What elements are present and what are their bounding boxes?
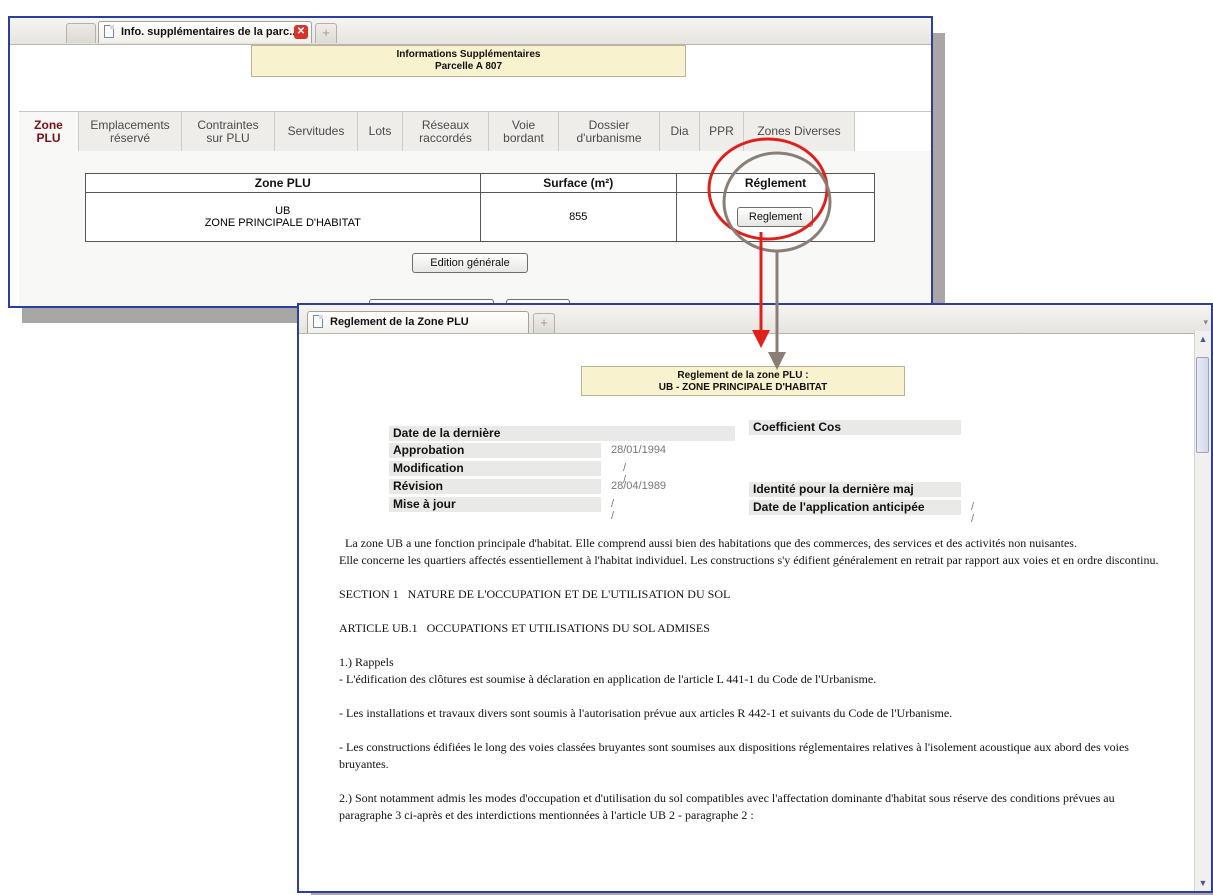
tab-emplacements-r-serv[interactable]: Emplacements réservé	[79, 112, 182, 152]
page-icon	[104, 25, 114, 38]
date-application-label: Date de l'application anticipée	[749, 500, 961, 515]
tab-ppr[interactable]: PPR	[700, 112, 744, 152]
approbation-value: 28/01/1994	[611, 444, 667, 456]
new-tab-button[interactable]: +	[315, 23, 337, 43]
info-window: Info. supplémentaires de la parc... ✕ + …	[8, 16, 933, 308]
tab-list-icon[interactable]: ▾	[1203, 317, 1208, 328]
reglement-button[interactable]: Reglement	[737, 207, 814, 227]
reglement-cell: Reglement	[675, 192, 876, 242]
window-2-tabstrip: Reglement de la Zone PLU + ▾	[299, 305, 1211, 334]
tab-dossier-d-urbanisme[interactable]: Dossier d'urbanisme	[559, 112, 660, 152]
reglement-document: La zone UB a une fonction principale d'h…	[339, 535, 1159, 824]
window-1-inactive-tab[interactable]	[66, 23, 96, 43]
info-header-title: Informations Supplémentaires	[396, 49, 541, 60]
zone-plu-header: Zone PLU	[85, 173, 481, 193]
table-header-row: Zone PLU Surface (m²) Réglement	[85, 173, 876, 193]
zone-plu-panel: Zone PLU Surface (m²) Réglement UB ZONE …	[19, 151, 931, 306]
doc-article-1: ARTICLE UB.1 OCCUPATIONS ET UTILISATIONS…	[339, 621, 710, 635]
info-header: Informations Supplémentaires Parcelle A …	[251, 45, 686, 77]
mise-a-jour-label: Mise à jour	[389, 497, 601, 512]
new-tab-button[interactable]: +	[533, 313, 555, 333]
reglement-header: Reglement de la zone PLU : UB - ZONE PRI…	[581, 366, 905, 396]
window-1-tab-title: Info. supplémentaires de la parc...	[121, 26, 299, 38]
revision-label: Révision	[389, 479, 601, 494]
doc-paragraph-3: - Les constructions édifiées le long des…	[339, 740, 1129, 771]
close-tab-icon[interactable]: ✕	[294, 25, 308, 39]
surface-header: Surface (m²)	[479, 173, 677, 193]
window-1-tab[interactable]: Info. supplémentaires de la parc... ✕	[98, 21, 312, 43]
tab-zones-diverses[interactable]: Zones Diverses	[744, 112, 855, 152]
scroll-up-icon[interactable]: ▲	[1195, 331, 1211, 347]
tab-contraintes-sur-plu[interactable]: Contraintes sur PLU	[182, 112, 275, 152]
approbation-label: Approbation	[389, 443, 601, 458]
reglement-header: Réglement	[675, 173, 876, 193]
reglement-window: Reglement de la Zone PLU + ▾ ▲ ▼ Regleme…	[297, 303, 1213, 893]
zone-cell: UB ZONE PRINCIPALE D'HABITAT	[85, 192, 481, 242]
doc-paragraph-1: - L'édification des clôtures est soumise…	[339, 672, 877, 686]
coefficient-cos-label: Coefficient Cos	[749, 420, 961, 435]
doc-paragraph-2: - Les installations et travaux divers so…	[339, 706, 953, 720]
date-derniere-label: Date de la dernière	[389, 426, 735, 441]
tab-lots[interactable]: Lots	[358, 112, 403, 152]
modification-label: Modification	[389, 461, 601, 476]
doc-rappels: 1.) Rappels	[339, 655, 394, 669]
mise-a-jour-value: / /	[611, 498, 615, 522]
tab-r-seaux-raccord-s[interactable]: Réseaux raccordés	[403, 112, 489, 152]
zone-code: UB	[275, 205, 291, 217]
page-icon	[313, 315, 323, 328]
date-application-value: / /	[971, 501, 975, 525]
table-row: UB ZONE PRINCIPALE D'HABITAT 855 Regleme…	[85, 192, 876, 242]
doc-intro-1: La zone UB a une fonction principale d'h…	[345, 536, 1077, 550]
tab-servitudes[interactable]: Servitudes	[275, 112, 358, 152]
scroll-down-icon[interactable]: ▼	[1195, 875, 1211, 891]
parcel-tabs: Zone PLU Emplacements réservé Contraintes …	[19, 111, 931, 152]
window-1-tabstrip: Info. supplémentaires de la parc... ✕ +	[10, 18, 931, 45]
surface-cell: 855	[479, 192, 677, 242]
identite-label: Identité pour la dernière maj	[749, 482, 961, 497]
window-2-tab-title: Reglement de la Zone PLU	[330, 316, 469, 328]
info-header-parcel: Parcelle A 807	[434, 61, 503, 72]
zone-name: ZONE PRINCIPALE D'HABITAT	[204, 217, 361, 229]
window-2-tab[interactable]: Reglement de la Zone PLU	[307, 311, 529, 333]
tab-dia[interactable]: Dia	[660, 112, 700, 152]
revision-value: 28/04/1989	[611, 480, 667, 492]
scroll-thumb[interactable]	[1196, 357, 1209, 453]
tab-zone-plu[interactable]: Zone PLU	[19, 112, 79, 152]
tab-voie-bordant[interactable]: Voie bordant	[489, 112, 559, 152]
edition-generale-button[interactable]: Edition générale	[412, 253, 528, 273]
doc-paragraph-4: 2.) Sont notamment admis les modes d'occ…	[339, 791, 1115, 822]
doc-section-1: SECTION 1 NATURE DE L'OCCUPATION ET DE L…	[339, 587, 731, 601]
zone-plu-table: Zone PLU Surface (m²) Réglement UB ZONE …	[85, 173, 876, 242]
reglement-header-zone: UB - ZONE PRINCIPALE D'HABITAT	[658, 382, 828, 393]
vertical-scrollbar[interactable]: ▲ ▼	[1194, 331, 1211, 891]
doc-intro-2: Elle concerne les quartiers affectés ess…	[339, 553, 1159, 567]
reglement-header-title: Reglement de la zone PLU :	[677, 370, 809, 381]
